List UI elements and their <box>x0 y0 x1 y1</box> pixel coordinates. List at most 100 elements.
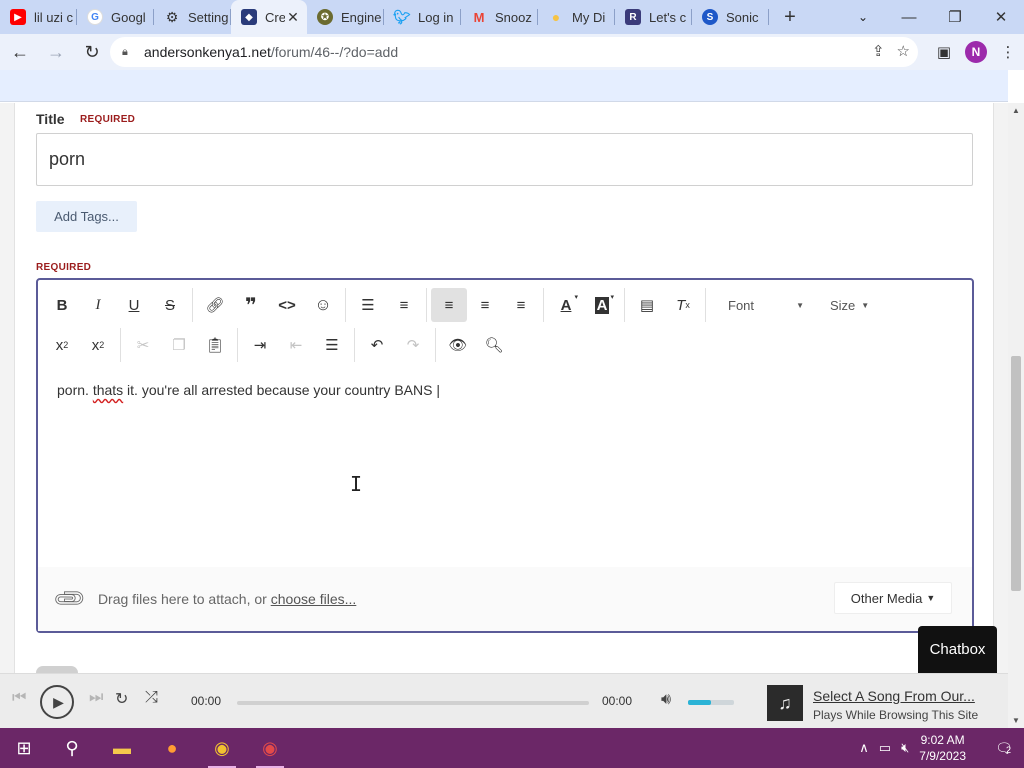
font-select[interactable]: Font ▼ <box>718 288 814 322</box>
editor-content[interactable]: porn. thats it. you're all arrested beca… <box>57 382 440 398</box>
progress-bar[interactable] <box>237 701 589 705</box>
undo-icon[interactable]: ↶ <box>359 328 395 362</box>
repeat-icon[interactable]: ↻ <box>115 689 128 709</box>
tray-chevron-up-icon[interactable]: ∧ <box>859 740 869 756</box>
italic-button[interactable]: I <box>80 288 116 322</box>
close-window-button[interactable]: ✕ <box>978 0 1024 34</box>
rich-text-editor[interactable]: B I U S 🔗︎ ❞ <> ☺ ☰ ≡ ≡ ≡ ≡ A ▾ A ▾ ▤ T … <box>36 278 974 633</box>
size-select[interactable]: Size ▼ <box>820 288 882 322</box>
numbered-list-icon[interactable]: ≡ <box>386 288 422 322</box>
minimize-button[interactable]: — <box>886 0 932 34</box>
bookmark-star-icon[interactable]: ☆ <box>897 42 910 60</box>
side-panel-icon[interactable]: ▣ <box>928 36 960 68</box>
spoiler-icon[interactable]: ▤ <box>629 288 665 322</box>
scroll-down-icon[interactable]: ▼ <box>1012 716 1020 725</box>
indent-icon[interactable]: ⇥ <box>242 328 278 362</box>
next-track-icon[interactable]: ⏭ <box>89 689 103 707</box>
chrome-profile-icon[interactable]: ◉ <box>246 728 294 768</box>
underline-button[interactable]: U <box>116 288 152 322</box>
preview-eye-icon[interactable]: 👁︎ <box>440 328 476 362</box>
speaker-muted-icon[interactable]: 🔇︎ <box>901 740 909 756</box>
choose-files-link[interactable]: choose files... <box>271 591 357 607</box>
code-icon[interactable]: <> <box>269 288 305 322</box>
chatbox-button[interactable]: Chatbox <box>918 626 997 673</box>
bold-button[interactable]: B <box>44 288 80 322</box>
menu-kebab-icon[interactable]: ⋮ <box>992 36 1024 68</box>
strikethrough-button[interactable]: S <box>152 288 188 322</box>
chrome-icon[interactable]: ◉ <box>198 728 246 768</box>
volume-slider[interactable] <box>688 700 734 705</box>
link-icon[interactable]: 🔗︎ <box>197 288 233 322</box>
align-right-icon[interactable]: ≡ <box>503 288 539 322</box>
tab-create-active[interactable]: ◆ Cre ✕ <box>231 0 307 34</box>
align-center-icon[interactable]: ≡ <box>467 288 503 322</box>
network-icon[interactable]: ▭ <box>879 740 891 756</box>
mouse-text-cursor-icon: I <box>350 472 363 496</box>
back-button[interactable]: ← <box>4 36 36 68</box>
system-clock[interactable]: 9:02 AM 7/9/2023 <box>919 732 966 764</box>
add-tags-button[interactable]: Add Tags... <box>36 201 137 232</box>
align-left-icon[interactable]: ≡ <box>431 288 467 322</box>
notifications-icon[interactable]: 🗨︎ 2 <box>984 740 1024 757</box>
windows-taskbar: ⊞ ⚲ ▬ ● ◉ ◉ ∧ ▭ 🔇︎ 9:02 AM 7/9/2023 🗨︎ 2 <box>0 728 1024 768</box>
profile-avatar[interactable]: N <box>965 41 987 63</box>
tab-settings[interactable]: ⚙ Setting <box>154 0 231 34</box>
toolbar-separator <box>192 288 193 322</box>
start-button[interactable]: ⊞ <box>0 728 48 768</box>
toolbar-separator <box>237 328 238 362</box>
search-icon[interactable]: ⚲ <box>48 728 96 768</box>
tab-gmail[interactable]: M Snooz <box>461 0 538 34</box>
preview-document-icon[interactable]: 🔍︎ <box>476 328 512 362</box>
shuffle-icon[interactable]: ⤮ <box>145 689 158 707</box>
superscript-icon[interactable]: x2 <box>80 328 116 362</box>
toolbar-separator <box>705 288 706 322</box>
background-color-icon[interactable]: A ▾ <box>584 288 620 322</box>
volume-icon[interactable]: 🔊︎ <box>661 691 671 709</box>
copy-icon[interactable]: ❐ <box>161 328 197 362</box>
song-title-link[interactable]: Select A Song From Our... <box>813 688 975 704</box>
attachment-area[interactable]: 📎︎ Drag files here to attach, or choose … <box>38 567 972 631</box>
url-path: /forum/46--/?do=add <box>270 44 399 60</box>
close-tab-icon[interactable]: ✕ <box>285 9 301 26</box>
reload-button[interactable]: ↻ <box>76 36 108 68</box>
lock-icon: 🔒︎ <box>122 45 128 58</box>
bulleted-list-icon[interactable]: ☰ <box>350 288 386 322</box>
remove-format-icon[interactable]: Tx <box>665 288 701 322</box>
other-media-button[interactable]: Other Media ▼ <box>834 582 952 614</box>
emoji-icon[interactable]: ☺ <box>305 288 341 322</box>
tab-engine[interactable]: ✪ Engine <box>307 0 384 34</box>
scrollbar-thumb[interactable] <box>1011 356 1021 591</box>
tab-title: Setting <box>188 9 229 25</box>
file-explorer-icon[interactable]: ▬ <box>98 728 146 768</box>
scroll-up-icon[interactable]: ▲ <box>1012 106 1020 115</box>
size-select-label: Size <box>830 297 856 313</box>
text-color-icon[interactable]: A ▾ <box>548 288 584 322</box>
tab-twitter[interactable]: 🐦︎ Log in <box>384 0 461 34</box>
cut-icon[interactable]: ✂ <box>125 328 161 362</box>
previous-track-icon[interactable]: ⏮ <box>12 689 26 707</box>
tab-my-di[interactable]: ● My Di <box>538 0 615 34</box>
tab-lets[interactable]: R Let's c <box>615 0 692 34</box>
outdent-icon[interactable]: ⇤ <box>278 328 314 362</box>
subscript-icon[interactable]: x2 <box>44 328 80 362</box>
paste-icon[interactable]: 📋︎ <box>197 328 233 362</box>
firefox-icon[interactable]: ● <box>148 728 196 768</box>
restore-button[interactable]: ❐ <box>932 0 978 34</box>
follow-toggle[interactable] <box>36 666 78 673</box>
page-scrollbar[interactable]: ▲ ▼ <box>1008 103 1024 728</box>
tab-google[interactable]: G Googl <box>77 0 154 34</box>
justify-icon[interactable]: ☰ <box>314 328 350 362</box>
quote-icon[interactable]: ❞ <box>233 288 269 322</box>
redo-icon[interactable]: ↷ <box>395 328 431 362</box>
address-bar[interactable]: 🔒︎ andersonkenya1.net/forum/46--/?do=add… <box>110 37 918 67</box>
forward-button[interactable]: → <box>40 36 72 68</box>
tab-search-chevron-icon[interactable]: ⌄ <box>852 6 874 28</box>
song-subtitle: Plays While Browsing This Site <box>813 708 979 722</box>
play-button[interactable]: ▶ <box>40 685 74 719</box>
title-input[interactable]: porn <box>36 133 973 186</box>
new-tab-button[interactable]: + <box>775 6 805 29</box>
tab-sonic[interactable]: S Sonic <box>692 0 769 34</box>
letter-icon: R <box>625 9 641 25</box>
tab-youtube[interactable]: ▶ lil uzi c <box>0 0 77 34</box>
share-icon[interactable]: ⇪ <box>872 42 885 60</box>
